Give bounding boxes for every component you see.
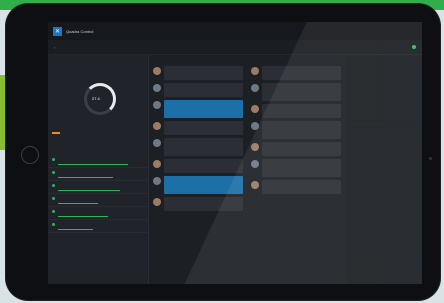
gauge-value: 27.4	[92, 96, 100, 101]
message-card[interactable]	[153, 197, 243, 211]
top-bar: ✕ Quadra Control	[48, 22, 422, 40]
message-card[interactable]	[251, 66, 341, 80]
message-column-1	[150, 55, 246, 284]
message-card[interactable]	[251, 180, 341, 194]
avatar	[153, 139, 161, 147]
message-column-2	[248, 55, 344, 284]
back-icon[interactable]: ‹	[54, 45, 55, 50]
message-card[interactable]	[153, 100, 243, 118]
avatar	[153, 67, 161, 75]
home-button[interactable]	[21, 146, 39, 164]
progress-bar	[58, 203, 98, 204]
avatar	[251, 122, 259, 130]
progress-bar	[58, 190, 120, 191]
message-card[interactable]	[251, 142, 341, 156]
status-dot-icon	[52, 210, 55, 213]
status-dot-icon	[52, 223, 55, 226]
message-card[interactable]	[153, 66, 243, 80]
status-dot-icon	[52, 197, 55, 200]
progress-bar	[58, 164, 128, 165]
list-item[interactable]	[48, 207, 148, 220]
message-card[interactable]	[153, 159, 243, 173]
message-card[interactable]	[251, 104, 341, 118]
message-card[interactable]	[153, 121, 243, 135]
avatar	[251, 105, 259, 113]
status-dot-icon	[52, 158, 55, 161]
status-dot-icon	[52, 184, 55, 187]
status-indicator	[412, 45, 416, 49]
app-logo-icon[interactable]: ✕	[53, 26, 62, 36]
left-panel: 27.4	[48, 55, 149, 284]
progress-bar	[58, 177, 113, 178]
avatar	[251, 84, 259, 92]
avatar	[251, 143, 259, 151]
message-card[interactable]	[153, 176, 243, 194]
avatar	[153, 101, 161, 109]
progress-bar	[58, 229, 93, 230]
column-header	[150, 55, 246, 63]
avatar	[153, 122, 161, 130]
status-dot-icon	[52, 171, 55, 174]
message-card[interactable]	[153, 138, 243, 156]
camera-dot	[429, 157, 432, 160]
avatar	[153, 177, 161, 185]
avatar	[153, 84, 161, 92]
right-panel	[346, 55, 422, 284]
message-card[interactable]	[251, 83, 341, 101]
avatar	[153, 198, 161, 206]
list-item[interactable]	[48, 181, 148, 194]
sub-bar: ‹	[48, 40, 422, 55]
avatar	[251, 181, 259, 189]
message-card[interactable]	[153, 83, 243, 97]
avatar	[251, 67, 259, 75]
avatar	[251, 160, 259, 168]
item-list	[48, 155, 148, 233]
list-item[interactable]	[48, 155, 148, 168]
orange-indicator	[52, 132, 60, 134]
list-item[interactable]	[48, 194, 148, 207]
message-card[interactable]	[251, 121, 341, 139]
app-screen: ✕ Quadra Control ‹ 27.4	[48, 22, 422, 284]
app-title: Quadra Control	[66, 28, 94, 34]
tabs	[101, 46, 137, 49]
message-card[interactable]	[251, 159, 341, 177]
column-header	[248, 55, 344, 63]
progress-bar	[58, 216, 108, 217]
progress-gauge	[84, 83, 116, 115]
tablet-frame: ✕ Quadra Control ‹ 27.4	[6, 4, 440, 300]
list-item[interactable]	[48, 168, 148, 181]
list-item[interactable]	[48, 220, 148, 233]
avatar	[153, 160, 161, 168]
